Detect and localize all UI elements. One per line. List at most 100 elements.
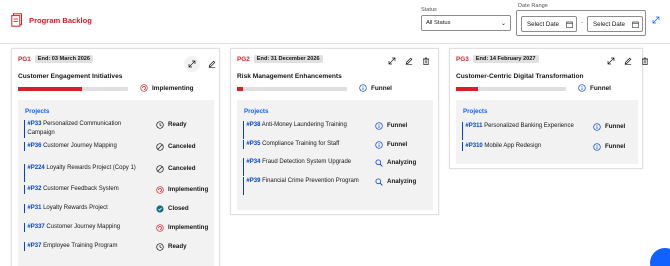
analyzing-icon — [375, 158, 383, 167]
funnel-icon — [375, 121, 383, 130]
project-code: #P311 — [465, 123, 483, 129]
program-card: PG2 End: 31 December 2026 Risk Managemen… — [230, 48, 439, 215]
funnel-icon — [593, 122, 601, 131]
funnel-icon — [375, 140, 383, 149]
project-row[interactable]: #P31 Loyalty Rewards Project — [24, 204, 145, 213]
project-code: #P37 — [27, 243, 42, 249]
project-row-accent — [24, 204, 26, 213]
project-row-accent — [24, 242, 26, 251]
project-row[interactable]: #P38 Anti-Money Laundering Training — [243, 121, 364, 139]
status-dropdown[interactable]: All Status ⌄ — [421, 15, 511, 31]
delete-icon[interactable] — [421, 56, 431, 66]
project-title: #P310 Mobile App Redesign — [465, 142, 583, 151]
project-status: Ready — [156, 120, 187, 129]
project-row[interactable]: #P311 Personalized Banking Experience — [462, 122, 583, 140]
closed-icon — [156, 204, 164, 213]
project-row[interactable]: #P337 Customer Journey Mapping — [24, 223, 145, 232]
program-name[interactable]: Risk Management Enhancements — [237, 73, 342, 80]
project-row[interactable]: #P36 Customer Journey Mapping — [24, 142, 145, 151]
canceled-icon — [156, 142, 164, 151]
project-title: #P224 Loyalty Rewards Project (Copy 1) — [27, 164, 145, 182]
project-code: #P32 — [27, 186, 42, 192]
project-row[interactable]: #P37 Employee Training Program — [24, 242, 145, 251]
project-name: Compliance Training for Staff — [260, 141, 340, 147]
project-status-label: Implementing — [168, 186, 209, 193]
project-row-accent — [24, 185, 26, 194]
project-name: Customer Feedback System — [41, 186, 119, 192]
implementing-icon — [156, 185, 164, 194]
program-name[interactable]: Customer-Centric Digital Transformation — [456, 73, 584, 80]
project-status-label: Analyzing — [387, 178, 417, 185]
expand-icon[interactable] — [387, 56, 397, 66]
projects-panel: Projects #P311 Personalized Banking Expe… — [456, 100, 638, 164]
project-status-label: Funnel — [387, 122, 408, 129]
project-row-accent — [243, 177, 245, 195]
project-status: Closed — [156, 204, 189, 213]
project-status: Canceled — [156, 164, 196, 173]
project-name: Customer Journey Mapping — [44, 224, 121, 230]
expand-icon[interactable] — [184, 56, 200, 72]
project-row[interactable]: #P39 Financial Crime Prevention Program — [243, 177, 364, 195]
date-separator: - — [581, 20, 583, 26]
program-status: Funnel — [359, 84, 392, 92]
project-row-accent — [24, 164, 26, 182]
project-status: Funnel — [593, 142, 626, 151]
project-title: #P337 Customer Journey Mapping — [27, 223, 145, 232]
project-row-accent — [243, 140, 245, 149]
project-title: #P37 Employee Training Program — [27, 242, 145, 251]
edit-icon[interactable] — [404, 56, 414, 66]
program-status-label: Funnel — [371, 84, 392, 92]
project-title: #P31 Loyalty Rewards Project — [27, 204, 145, 213]
analyzing-icon — [375, 177, 383, 186]
delete-icon[interactable] — [640, 56, 650, 66]
ready-icon — [156, 242, 164, 251]
edit-icon[interactable] — [623, 56, 633, 66]
projects-panel: Projects #P38 Anti-Money Laundering Trai… — [237, 100, 433, 210]
progress-fill — [237, 87, 243, 91]
projects-heading: Projects — [244, 108, 269, 115]
start-date-input[interactable]: Select Date — [521, 16, 577, 32]
card-header: PG3 End: 14 February 2027 — [456, 55, 539, 63]
project-row[interactable]: #P224 Loyalty Rewards Project (Copy 1) — [24, 164, 145, 182]
implementing-icon — [140, 84, 148, 92]
project-code: #P36 — [27, 143, 42, 149]
program-status-label: Implementing — [152, 84, 194, 92]
collapse-icon[interactable] — [652, 16, 660, 24]
backlog-icon — [11, 13, 23, 27]
project-status: Implementing — [156, 223, 208, 232]
project-row[interactable]: #P310 Mobile App Redesign — [462, 142, 583, 151]
project-status-label: Funnel — [387, 141, 408, 148]
ready-icon — [156, 120, 164, 129]
start-date-placeholder: Select Date — [527, 20, 559, 28]
project-row-accent — [462, 142, 464, 151]
program-status: Funnel — [578, 84, 611, 92]
project-row[interactable]: #P32 Customer Feedback System — [24, 185, 145, 194]
expand-icon[interactable] — [606, 56, 616, 66]
card-header: PG1 End: 03 March 2026 — [18, 55, 94, 63]
projects-panel: Projects #P33 Personalized Communication… — [18, 100, 214, 266]
project-row-accent — [243, 158, 245, 176]
project-row[interactable]: #P33 Personalized Communication Campaign — [24, 120, 145, 138]
page-header: Program Backlog — [11, 13, 92, 27]
edit-icon[interactable] — [207, 59, 217, 69]
end-date-input[interactable]: Select Date — [587, 16, 643, 32]
program-card: PG3 End: 14 February 2027 Customer-Centr… — [449, 48, 648, 169]
program-name[interactable]: Customer Engagement Initiatives — [18, 73, 122, 80]
project-title: #P311 Personalized Banking Experience — [465, 122, 583, 140]
date-range-picker: Select Date - Select Date — [516, 10, 646, 36]
project-row[interactable]: #P35 Compliance Training for Staff — [243, 140, 364, 149]
project-status-label: Funnel — [605, 143, 626, 150]
help-button[interactable] — [650, 248, 670, 266]
project-code: #P39 — [246, 178, 261, 184]
funnel-icon — [593, 142, 601, 151]
card-actions — [184, 56, 217, 72]
project-row[interactable]: #P34 Fraud Detection System Upgrade — [243, 158, 364, 176]
calendar-icon — [632, 20, 639, 28]
project-status: Ready — [156, 242, 187, 251]
project-title: #P34 Fraud Detection System Upgrade — [246, 158, 364, 176]
project-status: Analyzing — [375, 177, 417, 186]
project-status: Funnel — [375, 121, 408, 130]
page-title: Program Backlog — [29, 15, 92, 25]
project-status: Canceled — [156, 142, 196, 151]
project-title: #P38 Anti-Money Laundering Training — [246, 121, 364, 139]
